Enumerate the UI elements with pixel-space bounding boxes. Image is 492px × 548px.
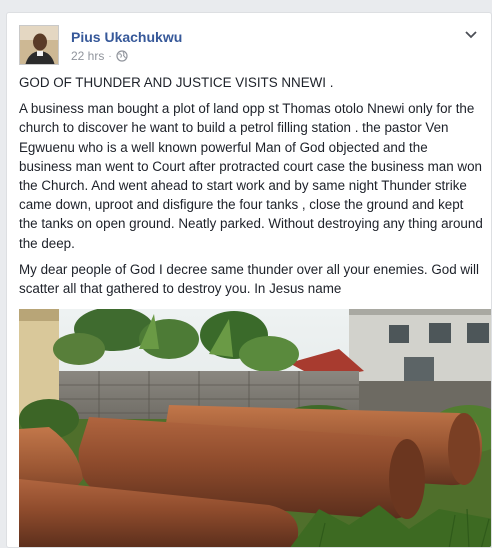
avatar[interactable] <box>19 25 59 65</box>
author-name[interactable]: Pius Ukachukwu <box>71 29 182 45</box>
post-options-button[interactable] <box>461 27 481 41</box>
post-headline: GOD OF THUNDER AND JUSTICE VISITS NNEWI … <box>19 75 334 90</box>
post-meta: 22 hrs · <box>71 49 128 63</box>
globe-icon[interactable] <box>116 50 128 62</box>
post-header: Pius Ukachukwu 22 hrs · <box>19 23 481 67</box>
post-paragraph: My dear people of God I decree same thun… <box>19 261 479 297</box>
post-photo[interactable] <box>19 309 491 547</box>
timestamp[interactable]: 22 hrs <box>71 49 104 63</box>
post-body: GOD OF THUNDER AND JUSTICE VISITS NNEWI … <box>19 73 483 305</box>
avatar-image <box>20 26 58 64</box>
tanks-photo <box>19 309 491 547</box>
post-card: Pius Ukachukwu 22 hrs · GOD OF THUNDER A… <box>6 12 492 548</box>
chevron-down-icon <box>465 31 477 39</box>
meta-separator: · <box>108 50 112 62</box>
post-paragraph: A business man bought a plot of land opp… <box>19 101 483 251</box>
